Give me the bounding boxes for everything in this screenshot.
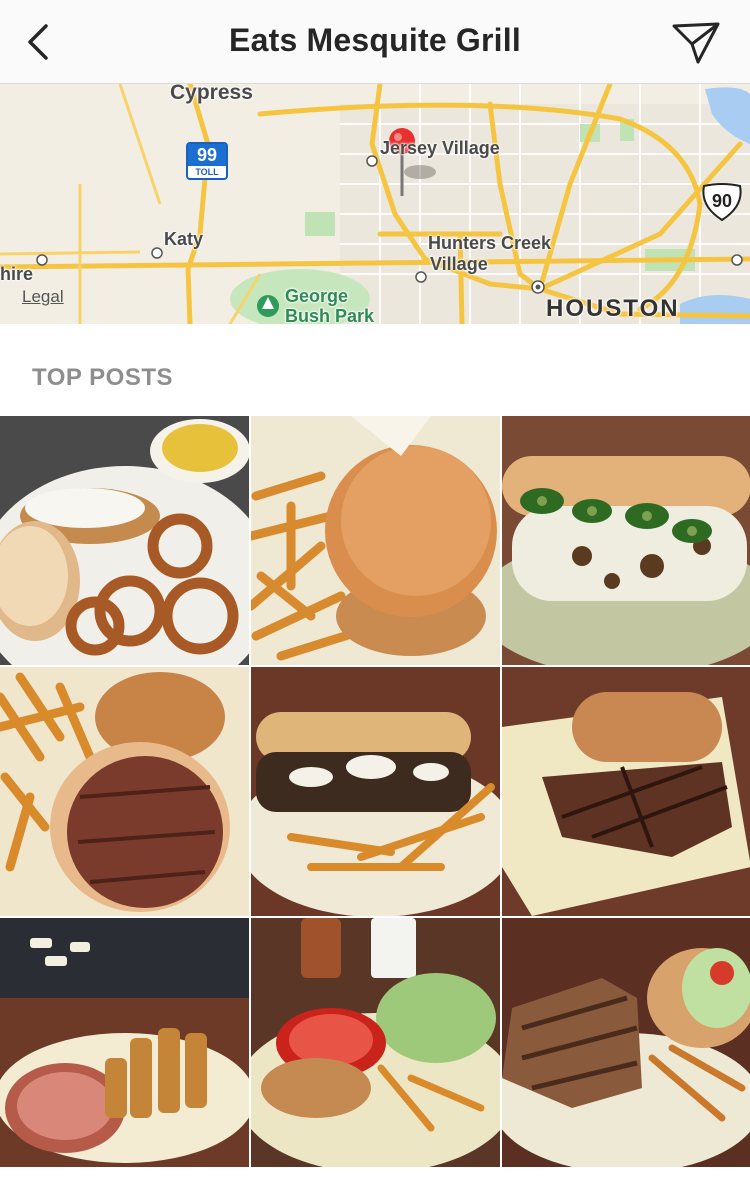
food-photo-image (0, 918, 249, 1167)
map-label-bush-park: Bush Park (285, 306, 375, 324)
map-label-hunters-creek-village: Village (430, 254, 488, 274)
paper-plane-icon (672, 22, 720, 64)
post-thumbnail-5[interactable] (251, 667, 500, 916)
food-photo-image (0, 667, 249, 916)
location-map[interactable]: Cypress Jersey Village Katy Hunters Cree… (0, 84, 750, 324)
map-label-shire: hire (0, 264, 34, 284)
map-label-george: George (285, 286, 349, 306)
map-label-george-bush-park: George Bush Park (285, 286, 374, 324)
map-label-jersey-village: Jersey Village (380, 138, 500, 158)
toll-label: TOLL (195, 167, 219, 177)
post-thumbnail-3[interactable] (502, 416, 750, 665)
food-photo-image (502, 667, 750, 916)
top-posts-heading: TOP POSTS (32, 364, 173, 391)
post-thumbnail-7[interactable] (0, 918, 249, 1167)
food-photo-image (502, 416, 750, 665)
post-thumbnail-6[interactable] (502, 667, 750, 916)
highway-90-shield: 90 (700, 182, 744, 222)
highway-90-number: 90 (711, 191, 733, 211)
header-bar: Eats Mesquite Grill (0, 0, 750, 84)
map-label-houston: Houston (546, 295, 680, 322)
post-thumbnail-2[interactable] (251, 416, 500, 665)
post-thumbnail-4[interactable] (0, 667, 249, 916)
food-photo-image (251, 918, 500, 1167)
post-thumbnail-8[interactable] (251, 918, 500, 1167)
highway-99-shield: 99 TOLL (186, 142, 228, 180)
food-photo-image (0, 416, 249, 665)
share-button[interactable] (670, 18, 722, 66)
map-legal-link[interactable]: Legal (22, 287, 64, 307)
map-label-cypress: Cypress (170, 84, 253, 104)
post-thumbnail-1[interactable] (0, 416, 249, 665)
post-thumbnail-9[interactable] (502, 918, 750, 1167)
food-photo-image (251, 416, 500, 665)
highway-99-number: 99 (188, 144, 226, 166)
food-photo-image (251, 667, 500, 916)
map-label-katy: Katy (164, 229, 204, 249)
map-label-hunters-creek: Hunters Creek (428, 233, 552, 253)
page-title: Eats Mesquite Grill (229, 22, 521, 58)
food-photo-image (502, 918, 750, 1167)
map-base (0, 84, 750, 324)
